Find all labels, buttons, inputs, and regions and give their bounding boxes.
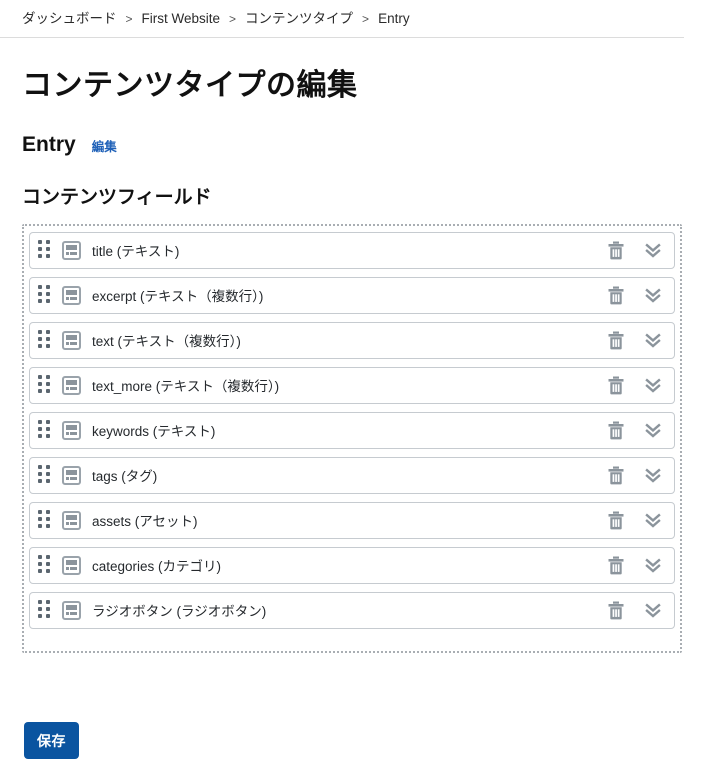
drag-handle-icon[interactable] <box>38 600 52 620</box>
trash-icon[interactable] <box>607 511 625 530</box>
field-label: keywords (テキスト) <box>92 424 216 440</box>
field-label: title (テキスト) <box>92 244 180 260</box>
content-type-name-row: Entry 編集 <box>22 134 702 155</box>
field-row-actions <box>607 376 662 395</box>
chevron-double-down-icon[interactable] <box>644 376 662 395</box>
field-row-actions <box>607 286 662 305</box>
drag-handle-icon[interactable] <box>38 285 52 305</box>
trash-icon[interactable] <box>607 601 625 620</box>
field-row-actions <box>607 601 662 620</box>
field-row-actions <box>607 241 662 260</box>
chevron-double-down-icon[interactable] <box>644 466 662 485</box>
drag-handle-icon[interactable] <box>38 510 52 530</box>
chevron-double-down-icon[interactable] <box>644 331 662 350</box>
text-field-icon <box>62 285 81 305</box>
field-row[interactable]: text (テキスト（複数行）) <box>29 321 675 359</box>
drag-handle-icon[interactable] <box>38 465 52 485</box>
breadcrumb-item-dashboard[interactable]: ダッシュボード <box>22 12 117 26</box>
trash-icon[interactable] <box>607 421 625 440</box>
breadcrumb-item-entry[interactable]: Entry <box>378 12 410 26</box>
field-row-actions <box>607 511 662 530</box>
trash-icon[interactable] <box>607 376 625 395</box>
field-row[interactable]: title (テキスト) <box>29 231 675 269</box>
text-field-icon <box>62 240 81 260</box>
field-row-actions <box>607 556 662 575</box>
field-label: ラジオボタン (ラジオボタン) <box>92 604 267 620</box>
field-label: text (テキスト（複数行）) <box>92 334 241 350</box>
trash-icon[interactable] <box>607 466 625 485</box>
field-label: excerpt (テキスト（複数行）) <box>92 289 264 305</box>
field-row[interactable]: assets (アセット) <box>29 501 675 539</box>
field-row-actions <box>607 466 662 485</box>
field-row[interactable]: tags (タグ) <box>29 456 675 494</box>
field-label: categories (カテゴリ) <box>92 559 222 575</box>
text-field-icon <box>62 465 81 485</box>
drag-handle-icon[interactable] <box>38 240 52 260</box>
breadcrumb-item-first-website[interactable]: First Website <box>142 12 221 26</box>
field-label: text_more (テキスト（複数行）) <box>92 379 280 395</box>
page-title: コンテンツタイプの編集 <box>22 69 358 102</box>
drag-handle-icon[interactable] <box>38 330 52 350</box>
chevron-double-down-icon[interactable] <box>644 601 662 620</box>
breadcrumb: ダッシュボード > First Website > コンテンツタイプ > Ent… <box>0 0 684 38</box>
content-type-name: Entry <box>22 133 76 156</box>
field-row-actions <box>607 421 662 440</box>
text-field-icon <box>62 600 81 620</box>
field-label: tags (タグ) <box>92 469 158 485</box>
chevron-double-down-icon[interactable] <box>644 556 662 575</box>
drag-handle-icon[interactable] <box>38 555 52 575</box>
breadcrumb-separator: > <box>362 11 370 26</box>
content-fields-heading: コンテンツフィールド <box>22 187 212 208</box>
field-row[interactable]: excerpt (テキスト（複数行）) <box>29 276 675 314</box>
text-field-icon <box>62 510 81 530</box>
trash-icon[interactable] <box>607 286 625 305</box>
text-field-icon <box>62 375 81 395</box>
trash-icon[interactable] <box>607 556 625 575</box>
drag-handle-icon[interactable] <box>38 375 52 395</box>
edit-content-type-link[interactable]: 編集 <box>92 141 117 154</box>
field-row[interactable]: text_more (テキスト（複数行）) <box>29 366 675 404</box>
text-field-icon <box>62 555 81 575</box>
chevron-double-down-icon[interactable] <box>644 241 662 260</box>
breadcrumb-item-content-type[interactable]: コンテンツタイプ <box>245 12 353 26</box>
chevron-double-down-icon[interactable] <box>644 511 662 530</box>
field-row[interactable]: keywords (テキスト) <box>29 411 675 449</box>
field-label: assets (アセット) <box>92 514 198 530</box>
breadcrumb-separator: > <box>229 11 237 26</box>
trash-icon[interactable] <box>607 241 625 260</box>
field-row[interactable]: ラジオボタン (ラジオボタン) <box>29 591 675 629</box>
breadcrumb-separator: > <box>125 11 133 26</box>
text-field-icon <box>62 330 81 350</box>
chevron-double-down-icon[interactable] <box>644 286 662 305</box>
text-field-icon <box>62 420 81 440</box>
drag-handle-icon[interactable] <box>38 420 52 440</box>
content-fields-list: title (テキスト) excerpt (テキスト（複数行）) text (テ… <box>22 223 682 653</box>
field-row-actions <box>607 331 662 350</box>
save-button[interactable]: 保存 <box>24 722 79 759</box>
trash-icon[interactable] <box>607 331 625 350</box>
chevron-double-down-icon[interactable] <box>644 421 662 440</box>
field-row[interactable]: categories (カテゴリ) <box>29 546 675 584</box>
